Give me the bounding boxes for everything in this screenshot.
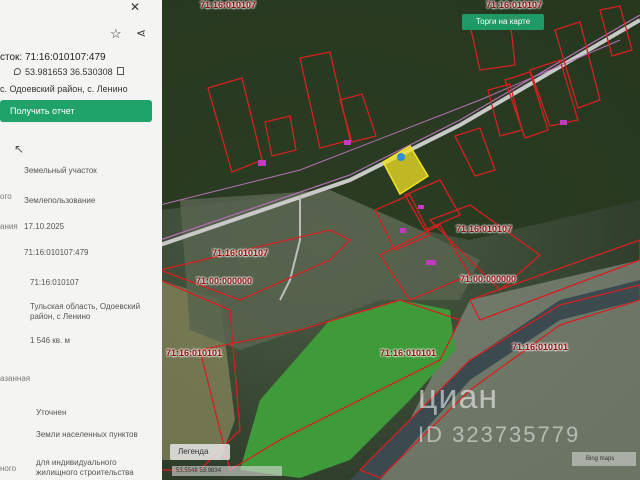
field-value: 71:16:010107:479 (24, 248, 89, 257)
cadastral-label: 71:16:010107 (200, 0, 257, 10)
map-coordinates-status: 53.5548 53.9834 (172, 466, 282, 476)
cadastral-label: 71:16:010101 (512, 342, 569, 352)
parcel-address: с. Одоевский район, с. Ленино (0, 84, 128, 94)
map-provider-badge[interactable]: Bing maps (572, 452, 636, 466)
field-label: ного (0, 464, 17, 473)
cadastral-label: 71:16:010107 (486, 0, 543, 10)
field-value: 1 546 кв. м (30, 336, 70, 345)
cursor-icon: ↖ (14, 142, 25, 156)
torgi-map-button[interactable]: Торги на карте (462, 14, 544, 30)
cadastral-label: 71:00:000000 (460, 274, 517, 284)
field-value: Земли населенных пунктов (36, 430, 138, 439)
cadastral-label: 71:16:010107 (456, 224, 513, 234)
parcel-info-panel: ✕ ☆ ⋖ сток: 71:16:010107:479 53.981653 3… (0, 0, 162, 480)
field-label: ого (0, 192, 12, 201)
field-value: Уточнен (36, 408, 67, 417)
share-icon[interactable]: ⋖ (136, 26, 146, 40)
field-value: Тульская область, Одоевский район, с Лен… (30, 302, 141, 321)
coordinates-text: 53.981653 36.530308 (25, 67, 113, 77)
get-report-button[interactable]: Получить отчет (0, 100, 152, 122)
field-value: Земельный участок (24, 166, 97, 175)
legend-button[interactable]: Легенда (170, 444, 230, 460)
close-icon[interactable]: ✕ (130, 0, 140, 14)
field-label: азанная (0, 374, 31, 383)
cian-id-watermark: ID 323735779 (418, 422, 581, 447)
cian-watermark: циан (418, 378, 499, 416)
cadastral-label: 71:16:010101 (166, 348, 223, 358)
field-value: для индивидуального жилищного строительс… (36, 458, 134, 477)
field-label: ания (0, 222, 18, 231)
copy-icon[interactable] (116, 67, 124, 75)
parcel-coordinates[interactable]: 53.981653 36.530308 (14, 67, 124, 77)
cadastral-label: 71:16:010107 (212, 248, 269, 258)
parcel-title: сток: 71:16:010107:479 (0, 52, 106, 63)
cadastral-label: 71:00:000000 (196, 276, 253, 286)
field-value: 17.10.2025 (24, 222, 65, 231)
field-value: 71:16:010107 (30, 278, 79, 287)
field-value: Землепользование (24, 196, 96, 205)
star-icon[interactable]: ☆ (110, 26, 122, 42)
cadastral-label: 71:16:010101 (380, 348, 437, 358)
pin-icon (14, 68, 21, 75)
